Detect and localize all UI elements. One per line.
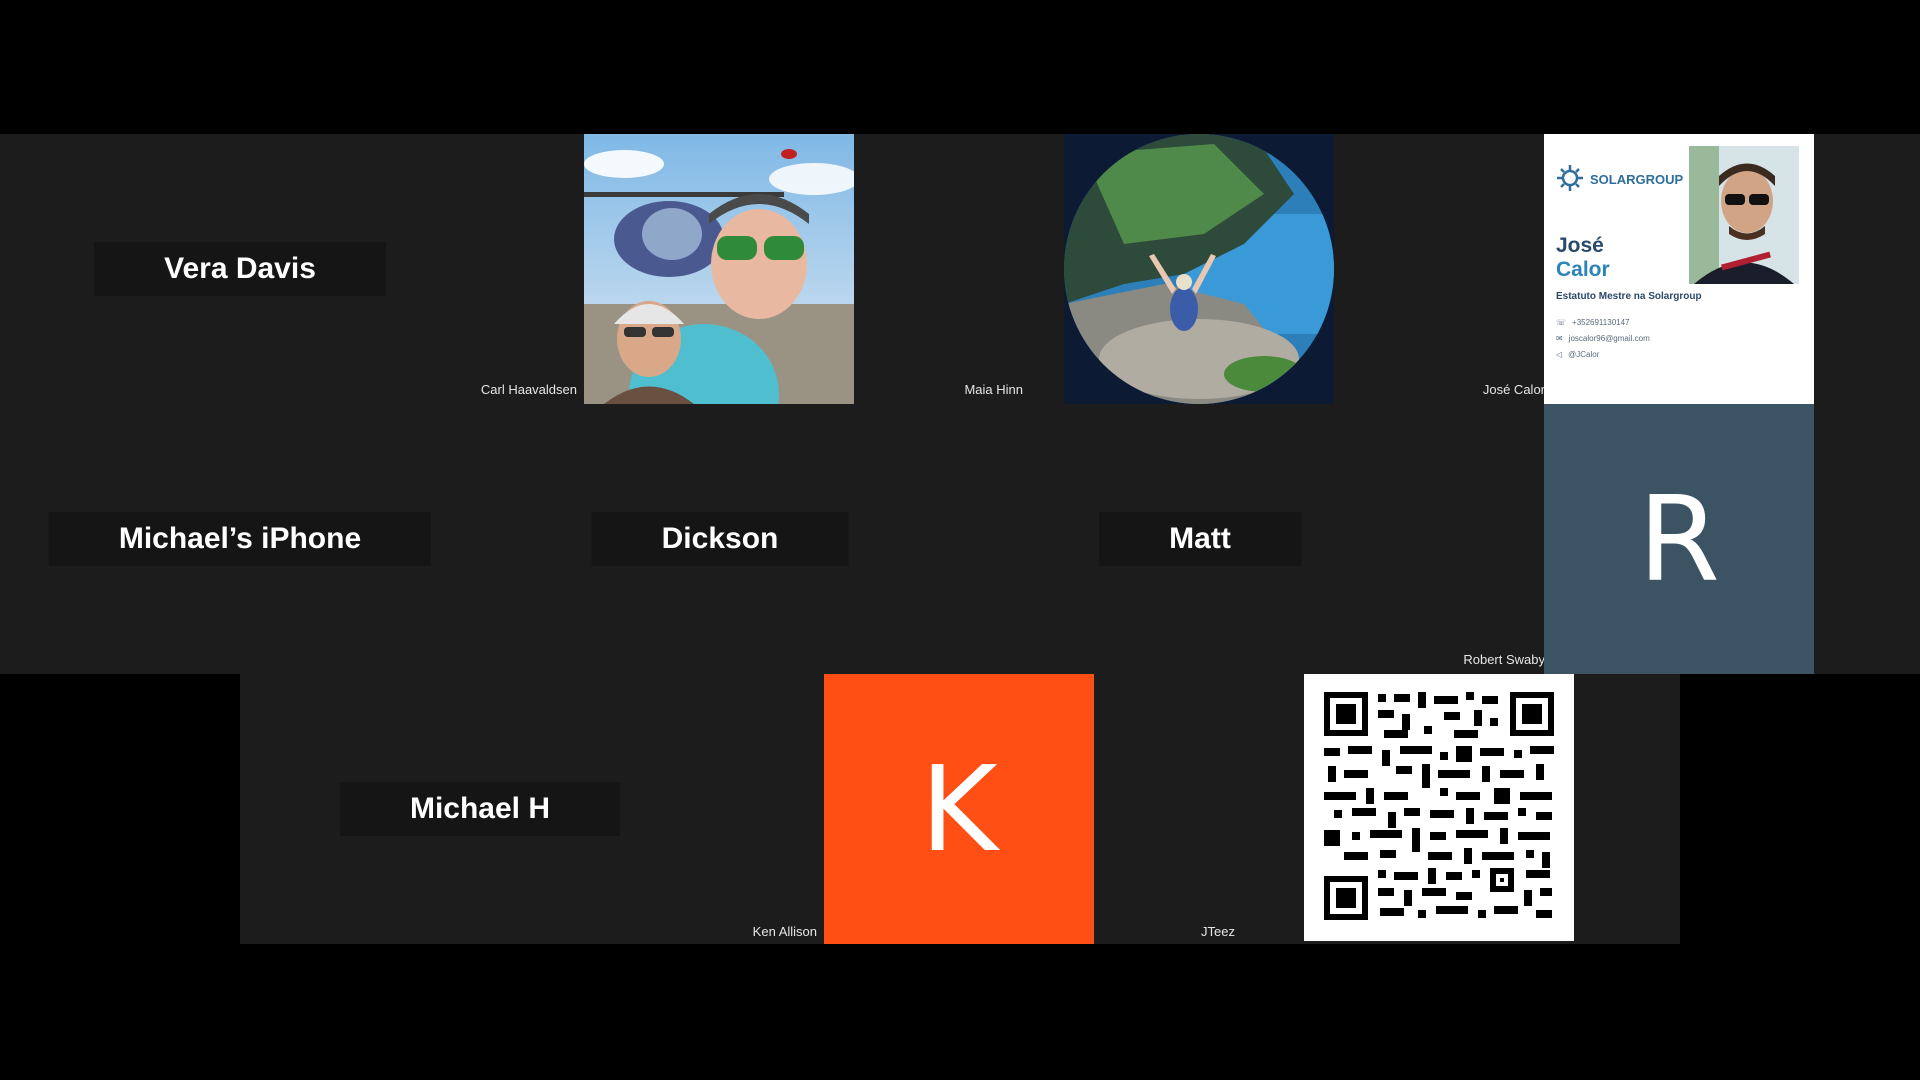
card-handle: ◁ @JCalor [1556,350,1599,359]
participant-tile-dickson[interactable]: Dickson [480,404,960,674]
brand-name: SOLARGROUP [1590,172,1684,187]
card-first-name: José [1556,234,1604,257]
avatar-letter: K [920,740,998,878]
card-role: Estatuto Mestre na Solargroup [1556,291,1702,302]
participant-name-plate: Vera Davis [94,242,386,296]
avatar: R [1544,404,1814,674]
card-handle-text: @JCalor [1568,350,1600,359]
participant-tile-matt[interactable]: Matt [960,404,1440,674]
social-icon: ◁ [1556,350,1563,359]
participant-tile-vera-davis[interactable]: Vera Davis [0,134,480,404]
card-person-name: José Calor [1556,234,1610,282]
avatar: K [824,674,1094,944]
participant-name-plate: Matt [1099,512,1301,566]
mail-icon: ✉ [1556,334,1563,343]
participant-tile-robert-swaby[interactable]: Robert Swaby R [1440,404,1920,674]
participant-name-label: Robert Swaby [1463,652,1545,667]
phone-icon: ☏ [1556,318,1567,327]
card-profile-photo [1689,146,1799,284]
participant-video-image [1064,134,1334,404]
participant-name-label: Ken Allison [752,924,817,939]
solargroup-logo: SOLARGROUP [1556,164,1683,195]
qr-code-image [1304,674,1574,941]
card-email: ✉ joscalor96@gmail.com [1556,334,1650,343]
participant-name-label: JTeez [1201,924,1235,939]
participant-tile-michaels-iphone[interactable]: Michael’s iPhone [0,404,480,674]
card-phone: ☏ +352691130147 [1556,318,1629,327]
meeting-gallery: Vera Davis Carl Haavaldsen Maia Hinn Jos… [0,0,1920,1080]
participant-name-plate: Michael’s iPhone [48,512,432,566]
participant-tile-carl-haavaldsen[interactable]: Carl Haavaldsen [480,134,960,404]
participant-name-label: Maia Hinn [964,382,1023,397]
participant-tile-maia-hinn[interactable]: Maia Hinn [960,134,1440,404]
sun-logo-icon [1556,164,1584,195]
participant-tile-jteez[interactable]: JTeez [1200,674,1680,944]
participant-tile-ken-allison[interactable]: Ken Allison K [720,674,1200,944]
card-phone-text: +352691130147 [1572,318,1630,327]
participant-video-image [584,134,854,404]
participant-name-label: Carl Haavaldsen [480,382,577,397]
participant-name-plate: Dickson [591,512,849,566]
card-last-name: Calor [1556,258,1610,281]
participant-tile-jose-calor[interactable]: José Calor SOLARGROUP José Calor Estatut… [1440,134,1920,404]
participant-name-label: José Calor [1482,382,1545,397]
participant-tile-michael-h[interactable]: Michael H [240,674,720,944]
card-email-text: joscalor96@gmail.com [1568,334,1650,343]
business-card-image: SOLARGROUP José Calor Estatuto Mestre na… [1544,134,1814,404]
avatar-letter: R [1638,470,1720,608]
participant-name-plate: Michael H [339,782,621,836]
